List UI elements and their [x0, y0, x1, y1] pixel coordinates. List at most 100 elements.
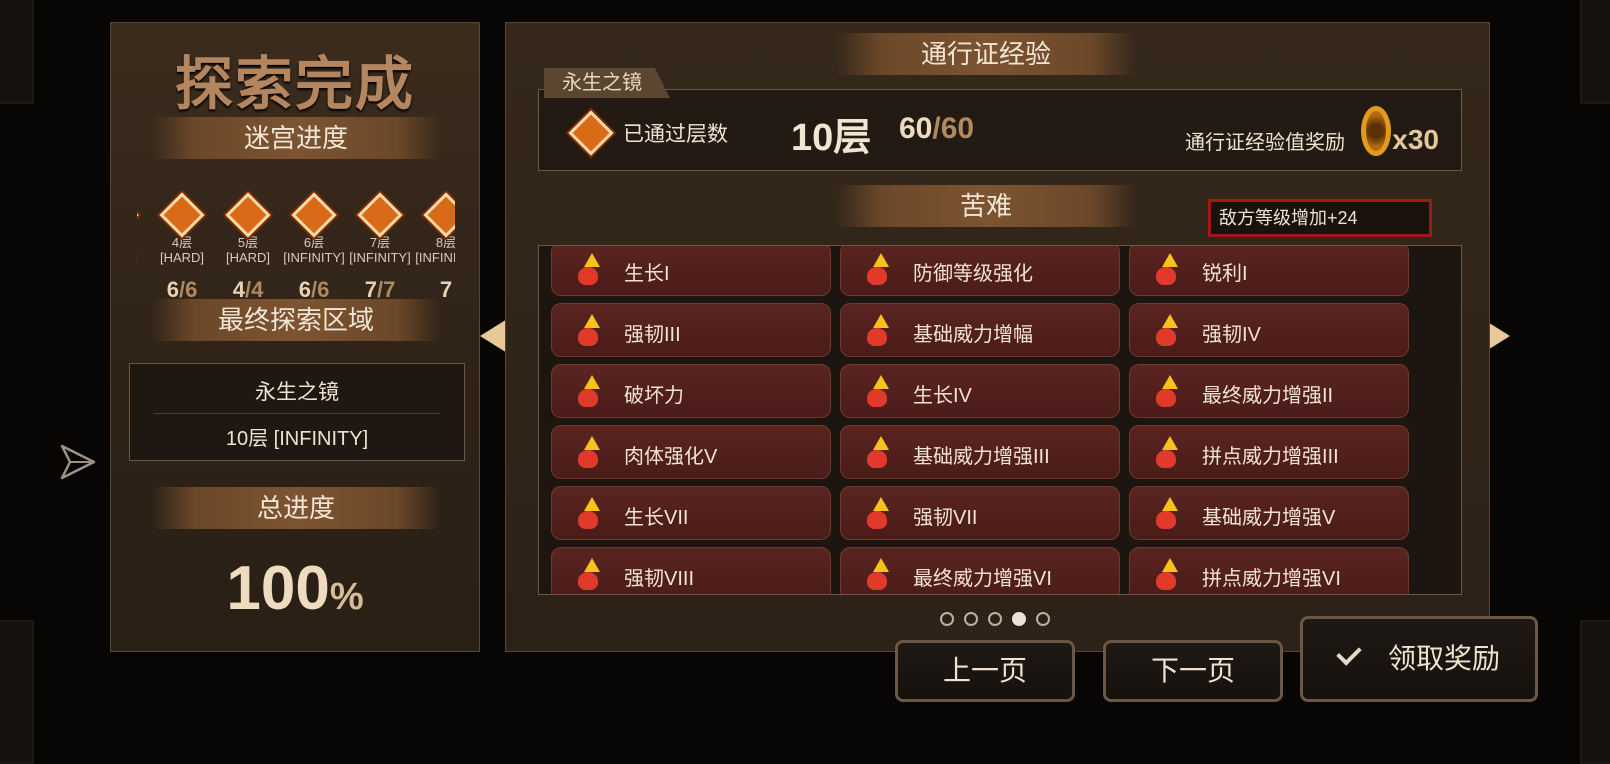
pass-exp-reward-label: 通行证经验值奖励	[1185, 132, 1345, 154]
exploration-summary-panel: 探索完成 迷宫进度 3层[HARD]74层[HARD]6/65层[HARD]4/…	[110, 22, 480, 652]
hardship-item[interactable]: 基础威力增强III	[840, 425, 1120, 479]
final-area-banner: 最终探索区域	[151, 299, 441, 341]
hardship-label: 拼点威力增强VI	[1202, 568, 1341, 590]
floor-item: 3层[HARD] 7	[137, 191, 149, 303]
hardship-label: 强韧III	[624, 324, 681, 346]
floor-item: 7层 [INFINITY] 7/7	[347, 191, 413, 303]
floor-difficulty: [HARD]	[137, 250, 149, 265]
final-area-name: 永生之镜	[255, 381, 339, 404]
page-dot	[964, 612, 978, 626]
frame-corner	[1580, 0, 1610, 104]
hardship-item[interactable]: 肉体强化V	[551, 425, 831, 479]
floor-badge-icon	[225, 192, 271, 238]
floor-item: 5层 [HARD] 4/4	[215, 191, 281, 303]
hardship-label: 生长VII	[624, 507, 689, 529]
final-area-box: 永生之镜 10层 [INFINITY]	[129, 363, 465, 461]
floor-value: 10层	[791, 117, 872, 159]
hardship-item[interactable]: 最终威力增强II	[1129, 364, 1409, 418]
hardship-item[interactable]: 基础威力增强V	[1129, 486, 1409, 540]
previous-page-button[interactable]: 上一页	[895, 640, 1075, 702]
exploration-complete-title: 探索完成	[174, 52, 415, 117]
floor-badge-icon	[159, 192, 205, 238]
hardship-label: 肉体强化V	[624, 446, 718, 468]
hardship-label: 生长IV	[913, 385, 972, 407]
frame-corner	[1580, 620, 1610, 764]
pass-exp-banner: 通行证经验	[836, 33, 1136, 75]
hardship-item[interactable]: 强韧IV	[1129, 303, 1409, 357]
hardship-item[interactable]: 强韧VIII	[551, 547, 831, 594]
hardship-item[interactable]: 拼点威力增强VI	[1129, 547, 1409, 594]
floor-progress-strip[interactable]: 3层[HARD]74层[HARD]6/65层[HARD]4/46层[INFINI…	[137, 191, 455, 303]
total-progress-unit: %	[329, 576, 364, 618]
floor-badge-icon	[423, 192, 455, 238]
total-progress-value: 100%	[111, 553, 479, 624]
hardship-icon	[863, 497, 897, 531]
hardship-label: 强韧IV	[1202, 324, 1261, 346]
hardship-label: 最终威力增强VI	[913, 568, 1052, 590]
hardship-icon	[574, 497, 608, 531]
hardship-label: 最终威力增强II	[1202, 385, 1334, 407]
hardship-icon	[574, 558, 608, 592]
hardship-icon	[1152, 436, 1186, 470]
hardship-label: 基础威力增强III	[913, 446, 1050, 468]
floor-count: 60/60	[899, 112, 974, 146]
floor-item: 8层[INFINITY] 7	[413, 191, 455, 303]
hardship-item[interactable]: 防御等级强化	[840, 246, 1120, 296]
hardship-item[interactable]: 基础威力增幅	[840, 303, 1120, 357]
hardship-label: 强韧VII	[913, 507, 978, 529]
hardship-item[interactable]: 生长I	[551, 246, 831, 296]
claim-reward-button[interactable]: 领取奖励	[1300, 616, 1538, 702]
hardship-icon	[1152, 314, 1186, 348]
rewards-panel: 通行证经验 已通过层数 10层 60/60 通行证经验值奖励 x30 永生之镜 …	[505, 22, 1490, 652]
hardship-icon	[1152, 497, 1186, 531]
hardship-item[interactable]: 强韧VII	[840, 486, 1120, 540]
hardship-label: 拼点威力增强III	[1202, 446, 1339, 468]
hardship-label: 防御等级强化	[913, 263, 1033, 285]
hardship-icon	[574, 314, 608, 348]
floor-badge-icon	[137, 192, 139, 238]
hardship-item[interactable]: 锐利I	[1129, 246, 1409, 296]
next-page-button[interactable]: 下一页	[1103, 640, 1283, 702]
hardship-item[interactable]: 破坏力	[551, 364, 831, 418]
floor-badge-icon	[357, 192, 403, 238]
final-area-floor: 10层 [INFINITY]	[225, 428, 369, 450]
hardship-icon	[863, 253, 897, 287]
hardship-icon	[574, 436, 608, 470]
hardship-list[interactable]: 生长I 防御等级强化 锐利I 强韧III 基础威力增幅 强韧IV 破坏力 生长IV 最终威力增强…	[538, 245, 1462, 595]
hardship-icon	[1152, 558, 1186, 592]
pass-exp-icon	[1361, 106, 1391, 156]
floor-count-total: 60	[940, 112, 975, 145]
hardship-label: 基础威力增强V	[1202, 507, 1336, 529]
floor-name: 8层	[435, 235, 455, 250]
floor-item: 6层 [INFINITY] 6/6	[281, 191, 347, 303]
hardship-icon	[863, 375, 897, 409]
floor-badge-icon	[291, 192, 337, 238]
hardship-label: 锐利I	[1202, 263, 1248, 285]
send-icon[interactable]	[58, 442, 98, 482]
floor-item: 4层 [HARD] 6/6	[149, 191, 215, 303]
hardship-item[interactable]: 生长IV	[840, 364, 1120, 418]
hardship-item[interactable]: 最终威力增强VI	[840, 547, 1120, 594]
passed-floors-label: 已通过层数	[623, 123, 728, 146]
divider	[154, 413, 440, 414]
floor-info-box: 已通过层数 10层 60/60 通行证经验值奖励 x30	[538, 89, 1462, 171]
check-icon	[1336, 640, 1362, 666]
floor-difficulty: [HARD]	[159, 250, 205, 265]
hardship-item[interactable]: 强韧III	[551, 303, 831, 357]
hardship-icon	[574, 375, 608, 409]
page-dot	[1036, 612, 1050, 626]
hardship-icon	[863, 558, 897, 592]
enemy-level-box: 敌方等级增加+24	[1208, 199, 1432, 237]
hardship-icon	[863, 436, 897, 470]
hardship-item[interactable]: 拼点威力增强III	[1129, 425, 1409, 479]
floor-difficulty: [INFINITY]	[349, 250, 411, 265]
hardship-item[interactable]: 生长VII	[551, 486, 831, 540]
total-progress-number: 100	[226, 554, 330, 623]
floor-name: 3层	[137, 235, 149, 250]
floor-progress-current: 7	[439, 277, 453, 302]
hardship-banner: 苦难	[836, 185, 1136, 227]
page-dot	[940, 612, 954, 626]
hardship-label: 破坏力	[624, 385, 684, 407]
floor-difficulty: [INFINITY]	[283, 250, 345, 265]
hardship-icon	[863, 314, 897, 348]
